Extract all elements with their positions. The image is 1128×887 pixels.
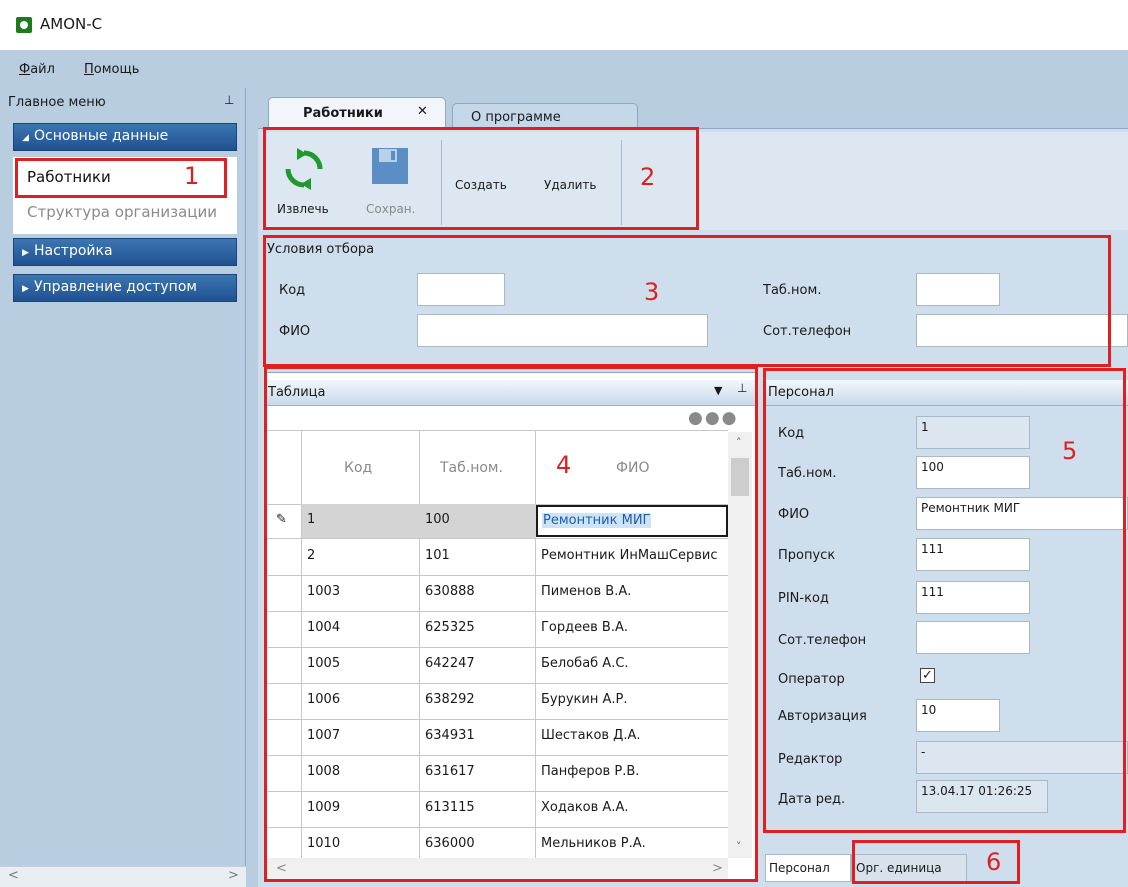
callout-number-2: 2 bbox=[640, 163, 656, 191]
main-menu-header: Главное меню bbox=[8, 95, 106, 110]
left-horizontal-scrollbar[interactable]: < > bbox=[0, 866, 246, 887]
nav-group-access-control[interactable]: ▶ Управление доступом bbox=[13, 274, 237, 302]
app-logo-icon bbox=[16, 17, 32, 33]
callout-number-6: 6 bbox=[986, 848, 1002, 876]
callout-box-3 bbox=[263, 235, 1111, 367]
tab-about[interactable]: О программе bbox=[452, 103, 638, 129]
callout-number-1: 1 bbox=[184, 162, 200, 190]
triangle-down-icon: ◢ bbox=[22, 133, 29, 143]
callout-box-2 bbox=[263, 127, 699, 230]
menu-help[interactable]: Помощь bbox=[84, 62, 139, 77]
callout-number-3: 3 bbox=[644, 278, 660, 306]
scroll-right-icon: > bbox=[228, 868, 239, 883]
nav-item-org-structure[interactable]: Структура организации bbox=[27, 203, 235, 221]
title-bar bbox=[0, 0, 1128, 50]
tab-workers[interactable]: Работники ✕ bbox=[268, 97, 446, 129]
callout-number-4: 4 bbox=[556, 451, 572, 479]
callout-box-4 bbox=[264, 366, 758, 882]
scroll-left-icon: < bbox=[8, 868, 19, 883]
menu-bar bbox=[0, 50, 1128, 87]
pin-icon[interactable]: ⊥ bbox=[224, 93, 234, 107]
close-tab-icon[interactable]: ✕ bbox=[417, 104, 428, 119]
triangle-right-icon: ▶ bbox=[22, 248, 29, 258]
triangle-right-icon: ▶ bbox=[22, 284, 29, 294]
tab-workers-label: Работники bbox=[303, 106, 383, 121]
callout-number-5: 5 bbox=[1062, 437, 1078, 465]
bottom-tab-personal[interactable]: Персонал bbox=[765, 854, 851, 882]
nav-group-main-data[interactable]: ◢ Основные данные bbox=[13, 123, 237, 151]
nav-group-settings[interactable]: ▶ Настройка bbox=[13, 238, 237, 266]
window-title: AMON-C bbox=[40, 15, 103, 33]
menu-file[interactable]: Файл bbox=[19, 62, 55, 77]
tab-about-label: О программе bbox=[471, 110, 561, 125]
